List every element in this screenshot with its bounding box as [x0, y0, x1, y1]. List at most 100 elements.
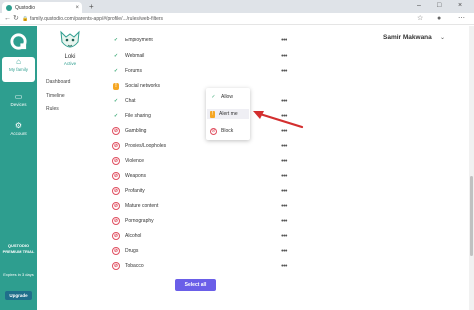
devices-icon: ▭ [14, 92, 23, 101]
dropdown-alert-label: Alert me [219, 111, 238, 117]
category-row: ⊘ Tobacco ••• [112, 260, 287, 272]
category-label: Forums [125, 68, 142, 74]
category-row: ✓ Employment ••• [112, 37, 287, 46]
category-label: Mature content [125, 203, 159, 209]
dropdown-block[interactable]: ⊘ Block [210, 126, 248, 136]
block-icon: ⊘ [112, 202, 120, 210]
maximize-button[interactable]: □ [437, 1, 441, 11]
sidebar-item-label: Devices [10, 102, 27, 107]
category-row: ⊘ Drugs ••• [112, 245, 287, 257]
chevron-down-icon[interactable]: ⌄ [440, 34, 445, 41]
category-label: Webmail [125, 53, 145, 59]
scrollbar-thumb[interactable] [470, 176, 473, 256]
block-icon: ⊘ [112, 262, 120, 270]
trial-expiry-text: Expires in 3 days [3, 272, 34, 277]
sidebar-item-account[interactable]: ⚙ Account [0, 121, 37, 139]
qustodio-favicon-icon [6, 4, 12, 11]
category-row: ⊘ Alcohol ••• [112, 230, 287, 242]
menu-timeline[interactable]: Timeline [46, 93, 65, 99]
category-row: ✓ Webmail ••• [112, 50, 288, 62]
more-options-icon[interactable]: ••• [281, 233, 287, 240]
block-icon: ⊘ [112, 142, 120, 150]
back-icon[interactable]: ← [4, 14, 11, 24]
category-row: !Social networks••• [112, 80, 287, 92]
home-icon: ⌂ [16, 57, 21, 66]
profile-icon[interactable]: ● [437, 14, 441, 24]
dropdown-alert-me[interactable]: ! Alert me [207, 109, 249, 119]
more-options-icon[interactable]: ••• [281, 68, 287, 75]
more-options-icon[interactable]: ••• [281, 188, 287, 195]
category-label: Chat [125, 98, 136, 104]
category-row: ✓ Chat ••• [112, 95, 288, 107]
select-all-button[interactable]: Select all [175, 279, 216, 291]
more-options-icon[interactable]: ••• [281, 218, 287, 225]
block-icon: ⊘ [112, 187, 120, 195]
url-field[interactable]: family.qustodio.com/parents-app/#/profil… [30, 15, 410, 23]
refresh-icon[interactable]: ↻ [13, 14, 19, 24]
category-row: ⊘ Proxies/Loopholes ••• [112, 140, 287, 152]
more-options-icon[interactable]: ••• [281, 158, 287, 165]
category-label: Drugs [125, 248, 139, 254]
category-label: Tobacco [125, 263, 144, 269]
sidebar-item-devices[interactable]: ▭ Devices [0, 92, 37, 110]
check-icon: ✓ [113, 53, 119, 59]
more-options-icon[interactable]: ••• [281, 53, 287, 60]
check-icon: ✓ [113, 98, 119, 104]
page-scrollbar[interactable] [469, 26, 474, 310]
more-options-icon[interactable]: ••• [281, 173, 287, 180]
more-options-icon[interactable]: ••• [281, 143, 287, 150]
category-label: Profanity [125, 188, 145, 194]
alert-icon: ! [113, 82, 119, 90]
category-row: ⊘ Pornography ••• [112, 215, 287, 227]
new-tab-button[interactable]: + [89, 2, 94, 12]
close-window-button[interactable]: × [458, 1, 462, 11]
more-options-icon[interactable]: ••• [281, 98, 287, 105]
favorites-icon[interactable]: ☆ [417, 14, 423, 24]
block-icon: ⊘ [112, 127, 120, 135]
menu-dashboard[interactable]: Dashboard [46, 79, 70, 85]
sidebar-item-label: Account [10, 131, 27, 136]
check-icon: ✓ [113, 68, 119, 74]
check-icon: ✓ [113, 37, 119, 43]
dropdown-allow[interactable]: ✓ Allow [210, 92, 248, 102]
category-label: Violence [125, 158, 145, 164]
gear-icon: ⚙ [14, 121, 23, 130]
user-name[interactable]: Samir Makwana [383, 34, 432, 41]
minimize-button[interactable]: – [417, 1, 421, 11]
category-row: ⊘ Violence ••• [112, 155, 287, 167]
more-menu-icon[interactable]: ⋯ [458, 14, 465, 24]
sidebar-item-my-family[interactable]: ⌂ My family [2, 57, 35, 82]
category-row: ✓ Forums ••• [112, 65, 288, 77]
check-icon: ✓ [113, 113, 119, 119]
category-label: Proxies/Loopholes [125, 143, 167, 149]
more-options-icon[interactable]: ••• [281, 38, 287, 44]
category-label: Employment [125, 37, 153, 43]
category-row: ⊘ Weapons ••• [112, 170, 287, 182]
block-icon: ⊘ [112, 217, 120, 225]
block-icon: ⊘ [112, 157, 120, 165]
upgrade-button[interactable]: Upgrade [5, 291, 32, 300]
more-options-icon[interactable]: ••• [281, 203, 287, 210]
tab-close-icon[interactable]: × [75, 5, 82, 11]
block-icon: ⊘ [210, 127, 217, 135]
block-icon: ⊘ [112, 247, 120, 255]
child-avatar [60, 30, 80, 48]
sidebar-item-label: My family [9, 67, 28, 72]
lock-icon: 🔒 [22, 16, 29, 22]
tab-title: Qustodio [15, 4, 36, 11]
category-label: Weapons [125, 173, 147, 179]
check-icon: ✓ [211, 94, 216, 100]
qustodio-logo-icon[interactable] [9, 32, 28, 51]
dropdown-block-label: Block [221, 128, 234, 134]
menu-rules[interactable]: Rules [46, 106, 59, 112]
child-status: Active [63, 61, 77, 66]
category-label: Alcohol [125, 233, 142, 239]
child-name: Loki [64, 54, 76, 60]
block-icon: ⊘ [112, 232, 120, 240]
category-row: ⊘ Profanity ••• [112, 185, 287, 197]
more-options-icon[interactable]: ••• [281, 248, 287, 255]
browser-tab[interactable]: Qustodio × [2, 2, 82, 13]
more-options-icon[interactable]: ••• [281, 263, 287, 270]
block-icon: ⊘ [112, 172, 120, 180]
annotation-arrow-icon [253, 111, 304, 129]
